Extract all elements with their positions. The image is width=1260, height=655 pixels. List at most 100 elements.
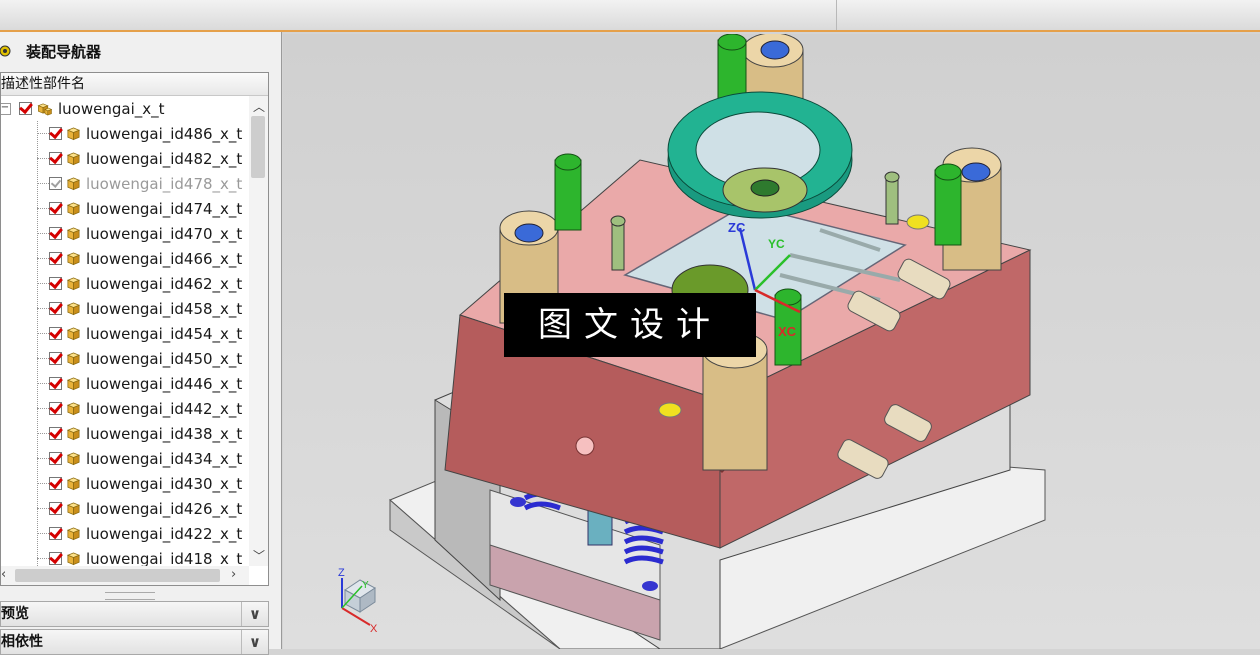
hole-marker: [510, 497, 526, 507]
toolbar-separator: [836, 0, 837, 30]
item-checkbox[interactable]: [49, 302, 62, 315]
tree-branch: [37, 483, 49, 484]
tree-item-row[interactable]: luowengai_id442_x_t: [1, 396, 249, 421]
hole-marker: [642, 581, 658, 591]
tree-branch: [37, 558, 49, 559]
scroll-up-icon[interactable]: ︿: [253, 98, 265, 115]
tree-item-row[interactable]: luowengai_id458_x_t: [1, 296, 249, 321]
tree-item-row[interactable]: luowengai_id430_x_t: [1, 471, 249, 496]
item-label: luowengai_id422_x_t: [86, 524, 243, 543]
item-checkbox[interactable]: [49, 402, 62, 415]
vertical-scrollbar[interactable]: ︿ ﹀: [249, 96, 268, 566]
scroll-down-icon[interactable]: ﹀: [253, 547, 265, 564]
tree-item-row[interactable]: luowengai_id422_x_t: [1, 521, 249, 546]
item-checkbox[interactable]: [49, 127, 62, 140]
vertical-scroll-thumb[interactable]: [251, 116, 265, 178]
item-checkbox[interactable]: [49, 202, 62, 215]
section-dependencies[interactable]: 相依性 ∨: [0, 629, 269, 655]
item-checkbox[interactable]: [49, 177, 62, 190]
tree-branch: [37, 283, 49, 284]
tree-item-row[interactable]: luowengai_id434_x_t: [1, 446, 249, 471]
part-tree[interactable]: 描述性部件名 − luowengai_x_t luowengai_id486_x…: [0, 72, 269, 586]
tree-branch: [37, 383, 49, 384]
horizontal-scrollbar[interactable]: ‹ ›: [1, 566, 249, 585]
chevron-down-icon[interactable]: ∨: [241, 602, 268, 626]
navigator-title-label: 装配导航器: [26, 42, 102, 61]
tree-branch: [37, 508, 49, 509]
part-cube-icon: [66, 202, 81, 216]
item-checkbox[interactable]: [49, 427, 62, 440]
tree-branch: [37, 158, 49, 159]
triad-y-label: Y: [362, 580, 369, 591]
tree-item-row[interactable]: luowengai_id450_x_t: [1, 346, 249, 371]
tree-branch: [37, 183, 49, 184]
mold-assembly-model[interactable]: ZC YC XC Z Y X: [283, 34, 1260, 649]
section-dependencies-label: 相依性: [1, 634, 43, 650]
item-checkbox[interactable]: [49, 252, 62, 265]
part-cube-icon: [66, 152, 81, 166]
tree-item-row[interactable]: luowengai_id466_x_t: [1, 246, 249, 271]
part-cube-icon: [66, 277, 81, 291]
item-checkbox[interactable]: [49, 327, 62, 340]
item-checkbox[interactable]: [49, 502, 62, 515]
triad-z-label: Z: [338, 567, 345, 579]
scroll-right-icon[interactable]: ›: [231, 567, 236, 582]
item-label: luowengai_id454_x_t: [86, 324, 243, 343]
item-label: luowengai_id462_x_t: [86, 274, 243, 293]
item-label: luowengai_id442_x_t: [86, 399, 243, 418]
part-cube-icon: [66, 427, 81, 441]
assembly-navigator-panel: 装配导航器 描述性部件名 − luowengai_x_t luowengai_i…: [0, 32, 282, 655]
part-cube-icon: [66, 352, 81, 366]
part-cube-icon: [66, 477, 81, 491]
item-checkbox[interactable]: [49, 352, 62, 365]
view-triad-icon[interactable]: Z Y X: [338, 567, 378, 635]
tree-item-row[interactable]: luowengai_id418_x_t: [1, 546, 249, 566]
tree-item-row[interactable]: luowengai_id478_x_t: [1, 171, 249, 196]
chevron-down-icon[interactable]: ∨: [241, 630, 268, 654]
part-cube-icon: [66, 552, 81, 566]
section-preview-label: 预览: [1, 606, 29, 622]
item-label: luowengai_id474_x_t: [86, 199, 243, 218]
csys-yc-label: YC: [768, 237, 785, 251]
item-checkbox[interactable]: [49, 152, 62, 165]
tree-item-row[interactable]: luowengai_id486_x_t: [1, 121, 249, 146]
tree-item-row[interactable]: luowengai_id470_x_t: [1, 221, 249, 246]
item-checkbox[interactable]: [49, 552, 62, 565]
root-checkbox[interactable]: [19, 102, 32, 115]
tree-branch: [37, 258, 49, 259]
section-preview[interactable]: 预览 ∨: [0, 601, 269, 627]
tree-branch: [37, 333, 49, 334]
tree-branch: [37, 358, 49, 359]
tree-branch: [37, 208, 49, 209]
item-checkbox[interactable]: [49, 477, 62, 490]
item-checkbox[interactable]: [49, 377, 62, 390]
item-checkbox[interactable]: [49, 527, 62, 540]
tree-root-row[interactable]: − luowengai_x_t: [1, 96, 249, 121]
pin-icon[interactable]: [0, 44, 12, 58]
tree-item-row[interactable]: luowengai_id462_x_t: [1, 271, 249, 296]
tree-item-row[interactable]: luowengai_id482_x_t: [1, 146, 249, 171]
collapse-icon[interactable]: −: [1, 102, 11, 115]
tree-item-row[interactable]: luowengai_id454_x_t: [1, 321, 249, 346]
tree-item-row[interactable]: luowengai_id474_x_t: [1, 196, 249, 221]
item-checkbox[interactable]: [49, 452, 62, 465]
item-label: luowengai_id430_x_t: [86, 474, 243, 493]
tree-item-row[interactable]: luowengai_id426_x_t: [1, 496, 249, 521]
graphics-viewport[interactable]: ZC YC XC Z Y X: [283, 34, 1260, 649]
item-checkbox[interactable]: [49, 277, 62, 290]
item-label: luowengai_id446_x_t: [86, 374, 243, 393]
tree-branch: [37, 233, 49, 234]
horizontal-scroll-thumb[interactable]: [15, 569, 220, 582]
watermark-overlay: 图文设计: [504, 293, 756, 357]
item-label: luowengai_id418_x_t: [86, 549, 243, 567]
column-header-description[interactable]: 描述性部件名: [1, 73, 268, 96]
tree-item-row[interactable]: luowengai_id446_x_t: [1, 371, 249, 396]
scroll-left-icon[interactable]: ‹: [1, 567, 6, 582]
item-label: luowengai_id486_x_t: [86, 124, 243, 143]
marker-dot: [906, 214, 930, 230]
item-checkbox[interactable]: [49, 227, 62, 240]
item-label: luowengai_id438_x_t: [86, 424, 243, 443]
splitter-grip[interactable]: [105, 592, 155, 600]
tree-item-row[interactable]: luowengai_id438_x_t: [1, 421, 249, 446]
item-label: luowengai_id458_x_t: [86, 299, 243, 318]
